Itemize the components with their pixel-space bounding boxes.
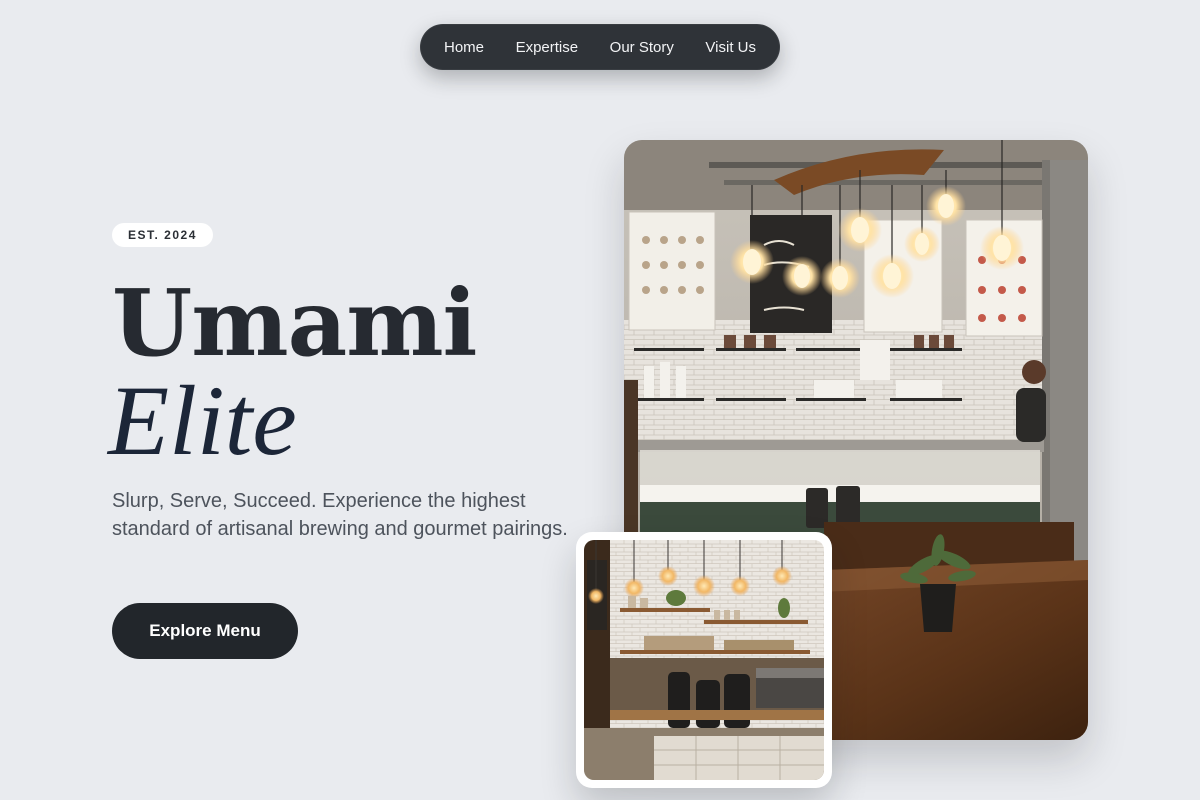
hero-title-line-1: Umami (112, 269, 477, 377)
nav-link-visit-us[interactable]: Visit Us (705, 39, 756, 56)
nav-link-expertise[interactable]: Expertise (516, 39, 579, 56)
nav-link-home[interactable]: Home (444, 39, 484, 56)
top-navigation: Home Expertise Our Story Visit Us (420, 24, 780, 70)
hero-tagline: Slurp, Serve, Succeed. Experience the hi… (112, 490, 568, 540)
explore-menu-button[interactable]: Explore Menu (112, 603, 298, 659)
landing-page: Home Expertise Our Story Visit Us EST. 2… (0, 0, 1200, 800)
hero-title-line-2: Elite (108, 365, 297, 476)
coffee-bar-image-card (576, 532, 832, 788)
established-badge: EST. 2024 (112, 223, 213, 247)
nav-link-our-story[interactable]: Our Story (610, 39, 674, 56)
coffee-bar-photo-icon (584, 540, 824, 780)
coffee-bar-image (584, 540, 824, 780)
